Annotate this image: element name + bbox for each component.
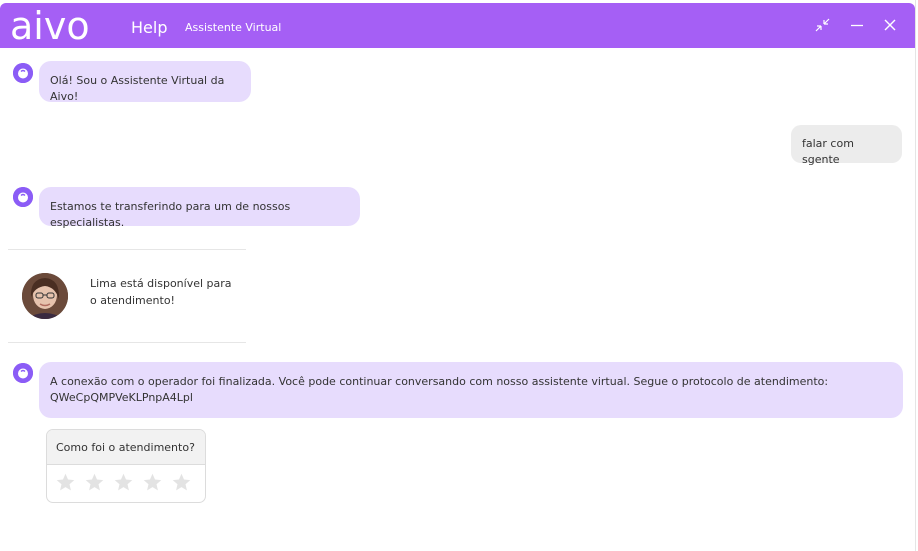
minimize-arrows-icon[interactable] (813, 15, 833, 35)
bot-avatar-icon (13, 187, 33, 207)
aivo-logo: aivo (10, 4, 90, 48)
bot-avatar-icon (13, 63, 33, 83)
window-border (915, 0, 916, 551)
star-icon[interactable] (171, 472, 192, 493)
operator-status-line2: o atendimento! (90, 294, 175, 307)
star-rating[interactable] (55, 472, 200, 497)
minimize-icon[interactable] (847, 15, 867, 35)
help-link[interactable]: Help (131, 18, 167, 38)
user-message: falar com sgente (791, 125, 902, 166)
star-icon[interactable] (84, 472, 105, 493)
chat-header: aivo Help Assistente Virtual (0, 3, 915, 48)
rating-question: Como foi o atendimento? (47, 430, 205, 465)
star-icon[interactable] (113, 472, 134, 493)
rating-card: Como foi o atendimento? (46, 429, 206, 503)
chat-title: Assistente Virtual (185, 21, 282, 34)
close-icon[interactable] (880, 15, 900, 35)
bot-message: A conexão com o operador foi finalizada.… (39, 362, 903, 418)
star-icon[interactable] (55, 472, 76, 493)
operator-status-text: Lima está disponível para o atendimento! (90, 275, 240, 309)
bot-message: Estamos te transferindo para um de nosso… (39, 187, 360, 229)
bot-message: Olá! Sou o Assistente Virtual da Aivo! (39, 61, 251, 103)
operator-status-line1: Lima está disponível para (90, 277, 232, 290)
star-icon[interactable] (142, 472, 163, 493)
operator-avatar (22, 273, 68, 319)
divider (8, 342, 246, 343)
chat-window: aivo Help Assistente Virtual Olá! Sou o … (0, 0, 918, 551)
bot-avatar-icon (13, 363, 33, 383)
divider (8, 249, 246, 250)
